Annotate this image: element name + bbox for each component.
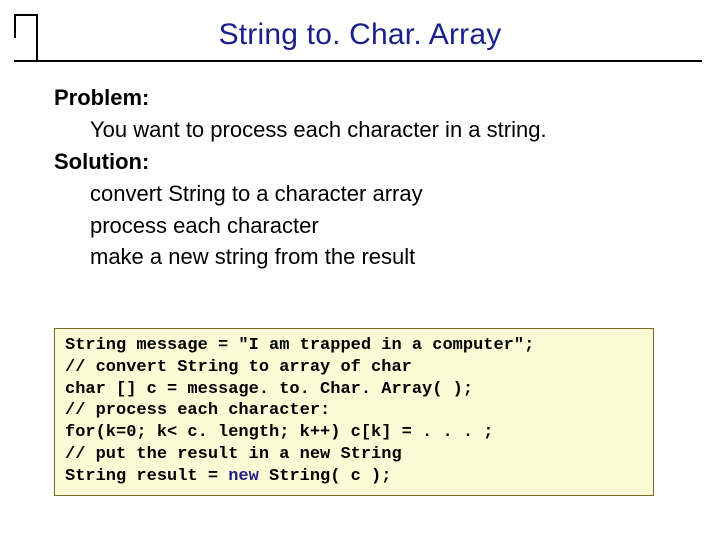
code-line-3: char [] c = message. to. Char. Array( ); bbox=[65, 380, 473, 399]
title-underline bbox=[14, 60, 702, 62]
problem-text: You want to process each character in a … bbox=[54, 114, 680, 146]
title-wrap: String to. Char. Array bbox=[0, 18, 720, 52]
code-keyword-new: new bbox=[228, 467, 259, 486]
solution-line-2: process each character bbox=[54, 210, 680, 242]
code-line-6: // put the result in a new String bbox=[65, 445, 402, 464]
body-text: Problem: You want to process each charac… bbox=[54, 82, 680, 273]
solution-line-1: convert String to a character array bbox=[54, 178, 680, 210]
code-line-7a: String result = bbox=[65, 467, 228, 486]
solution-label: Solution: bbox=[54, 146, 680, 178]
code-line-5: for(k=0; k< c. length; k++) c[k] = . . .… bbox=[65, 423, 493, 442]
code-line-4: // process each character: bbox=[65, 401, 330, 420]
code-line-1: String message = "I am trapped in a comp… bbox=[65, 336, 534, 355]
code-line-2: // convert String to array of char bbox=[65, 358, 412, 377]
slide-title: String to. Char. Array bbox=[219, 18, 502, 51]
slide: String to. Char. Array Problem: You want… bbox=[0, 0, 720, 540]
code-block: String message = "I am trapped in a comp… bbox=[54, 328, 654, 496]
problem-label: Problem: bbox=[54, 82, 680, 114]
code-line-7b: String( c ); bbox=[259, 467, 392, 486]
solution-line-3: make a new string from the result bbox=[54, 241, 680, 273]
